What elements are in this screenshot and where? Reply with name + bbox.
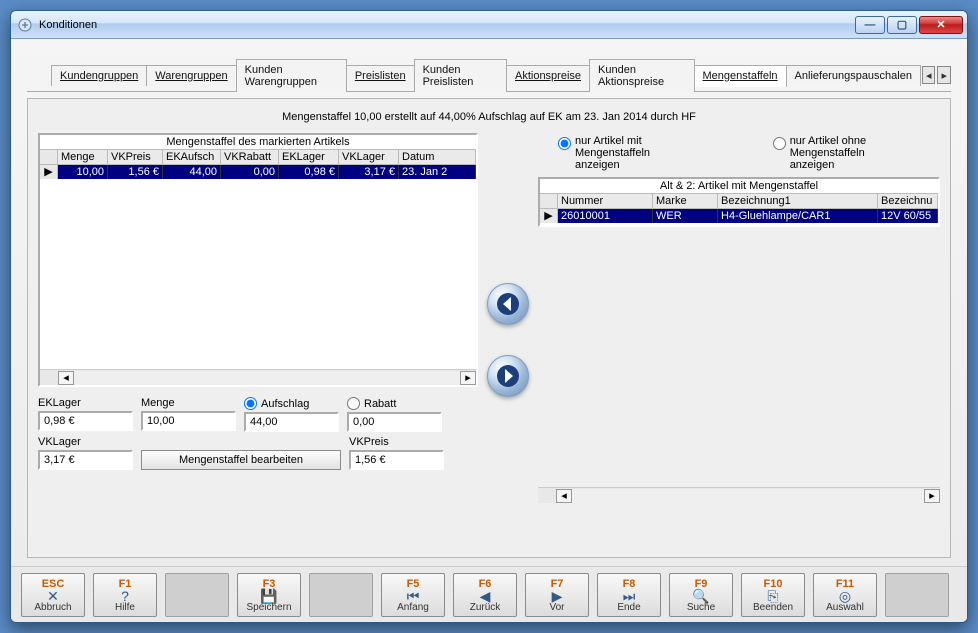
main-panel: Mengenstaffel 10,00 erstellt auf 44,00% … (27, 98, 951, 558)
fkey-f6[interactable]: F6◀Zurück (453, 573, 517, 617)
tab-aktionspreise[interactable]: Aktionspreise (506, 65, 590, 86)
right-grid-title: Alt & 2: Artikel mit Mengenstaffel (540, 179, 938, 193)
edit-mengenstaffel-button[interactable]: Mengenstaffel bearbeiten (141, 450, 341, 470)
fkey-f3[interactable]: F3💾Speichern (237, 573, 301, 617)
fkey-f5[interactable]: F5⏮Anfang (381, 573, 445, 617)
vkpreis-label: VKPreis (349, 436, 444, 448)
col-menge[interactable]: Menge (58, 150, 108, 164)
left-column: Mengenstaffel des markierten Artikels Me… (38, 133, 478, 547)
vkpreis-input[interactable] (349, 450, 444, 470)
nav-prev-button[interactable] (487, 283, 529, 325)
fkey-f9-icon: 🔍 (692, 590, 709, 602)
titlebar[interactable]: Konditionen — ▢ ✕ (11, 11, 967, 39)
right-column: nur Artikel mit Mengenstaffeln anzeigen … (538, 133, 940, 547)
row-indicator-icon: ▶ (540, 209, 558, 223)
app-icon (17, 17, 33, 33)
scroll-left-icon[interactable]: ◂ (556, 489, 572, 503)
left-grid-title: Mengenstaffel des markierten Artikels (40, 135, 476, 149)
tab-scroll-right[interactable]: ▸ (937, 66, 951, 84)
aufschlag-radio[interactable] (244, 397, 257, 410)
eklager-label: EKLager (38, 397, 133, 409)
fkey-f2 (165, 573, 229, 617)
nav-next-button[interactable] (487, 355, 529, 397)
aufschlag-label: Aufschlag (261, 398, 309, 410)
fkey-f11[interactable]: F11◎Auswahl (813, 573, 877, 617)
left-grid-hscroll[interactable]: ◂ ▸ (40, 369, 476, 385)
fkey-f11-icon: ◎ (839, 590, 851, 602)
fkey-f9[interactable]: F9🔍Suche (669, 573, 733, 617)
maximize-button[interactable]: ▢ (887, 16, 917, 34)
nav-column (484, 133, 532, 547)
col-vklager[interactable]: VKLager (339, 150, 399, 164)
right-grid[interactable]: Alt & 2: Artikel mit Mengenstaffel Numme… (538, 177, 940, 227)
filter-without-radio[interactable]: nur Artikel ohne Mengenstaffeln anzeigen (773, 135, 938, 171)
col-bez2[interactable]: Bezeichnu (878, 194, 938, 208)
col-vkrabatt[interactable]: VKRabatt (221, 150, 279, 164)
close-button[interactable]: ✕ (919, 16, 963, 34)
fkey-f1[interactable]: F1?Hilfe (93, 573, 157, 617)
scroll-left-icon[interactable]: ◂ (58, 371, 74, 385)
col-nummer[interactable]: Nummer (558, 194, 653, 208)
fkey-f3-icon: 💾 (260, 590, 277, 602)
window-title: Konditionen (39, 19, 97, 31)
fkey-esc[interactable]: ESC✕Abbruch (21, 573, 85, 617)
fkey-f7-icon: ▶ (552, 590, 563, 602)
tab-kunden-preislisten[interactable]: Kunden Preislisten (414, 59, 507, 92)
left-grid[interactable]: Mengenstaffel des markierten Artikels Me… (38, 133, 478, 387)
tab-kunden-aktionspreise[interactable]: Kunden Aktionspreise (589, 59, 694, 92)
tab-anlieferungspauschalen[interactable]: Anlieferungspauschalen (786, 65, 921, 86)
col-eklager[interactable]: EKLager (279, 150, 339, 164)
fkey-f6-icon: ◀ (480, 590, 491, 602)
vklager-input[interactable] (38, 450, 133, 470)
fkey-f1-icon: ? (121, 590, 129, 602)
eklager-input[interactable] (38, 411, 133, 431)
minimize-button[interactable]: — (855, 16, 885, 34)
fkey-f10-icon: ⎘ (767, 590, 778, 602)
fkey-f12 (885, 573, 949, 617)
right-hscroll[interactable]: ◂ ▸ (538, 487, 940, 503)
fkey-f8-icon: ⏭ (623, 590, 636, 602)
scroll-right-icon[interactable]: ▸ (924, 489, 940, 503)
tab-kundengruppen[interactable]: Kundengruppen (51, 65, 147, 86)
fkey-f5-icon: ⏮ (407, 590, 420, 602)
fkey-f4 (309, 573, 373, 617)
col-datum[interactable]: Datum (399, 150, 476, 164)
col-bez1[interactable]: Bezeichnung1 (718, 194, 878, 208)
tab-preislisten[interactable]: Preislisten (346, 65, 415, 86)
info-line: Mengenstaffel 10,00 erstellt auf 44,00% … (38, 107, 940, 133)
fkey-esc-icon: ✕ (47, 590, 59, 602)
menge-input[interactable] (141, 411, 236, 431)
function-key-bar: ESC✕AbbruchF1?Hilfe F3💾Speichern F5⏮Anfang… (11, 566, 967, 622)
menge-label: Menge (141, 397, 236, 409)
row-indicator-icon: ▶ (40, 165, 58, 179)
col-ekaufsch[interactable]: EKAufsch (163, 150, 221, 164)
fkey-f7[interactable]: F7▶Vor (525, 573, 589, 617)
fkey-f10[interactable]: F10⎘Beenden (741, 573, 805, 617)
right-grid-row[interactable]: ▶ 26010001 WER H4-Gluehlampe/CAR1 12V 60… (540, 209, 938, 223)
vklager-label: VKLager (38, 436, 133, 448)
rabatt-label: Rabatt (364, 398, 396, 410)
left-grid-header: Menge VKPreis EKAufsch VKRabatt EKLager … (40, 149, 476, 165)
aufschlag-input[interactable] (244, 412, 339, 432)
filter-with-radio[interactable]: nur Artikel mit Mengenstaffeln anzeigen (558, 135, 693, 171)
tab-warengruppen[interactable]: Warengruppen (146, 65, 236, 86)
rabatt-input[interactable] (347, 412, 442, 432)
col-marke[interactable]: Marke (653, 194, 718, 208)
tab-kunden-warengruppen[interactable]: Kunden Warengruppen (236, 59, 347, 92)
rabatt-radio[interactable] (347, 397, 360, 410)
tab-scroll-left[interactable]: ◂ (922, 66, 936, 84)
window: Konditionen — ▢ ✕ KundengruppenWarengrup… (10, 10, 968, 623)
left-grid-row[interactable]: ▶ 10,00 1,56 € 44,00 0,00 0,98 € 3,17 € … (40, 165, 476, 179)
fkey-f8[interactable]: F8⏭Ende (597, 573, 661, 617)
scroll-right-icon[interactable]: ▸ (460, 371, 476, 385)
tab-strip: KundengruppenWarengruppenKunden Warengru… (27, 59, 951, 92)
tab-mengenstaffeln[interactable]: Mengenstaffeln (694, 65, 787, 87)
col-vkpreis[interactable]: VKPreis (108, 150, 163, 164)
client-area: KundengruppenWarengruppenKunden Warengru… (11, 39, 967, 566)
